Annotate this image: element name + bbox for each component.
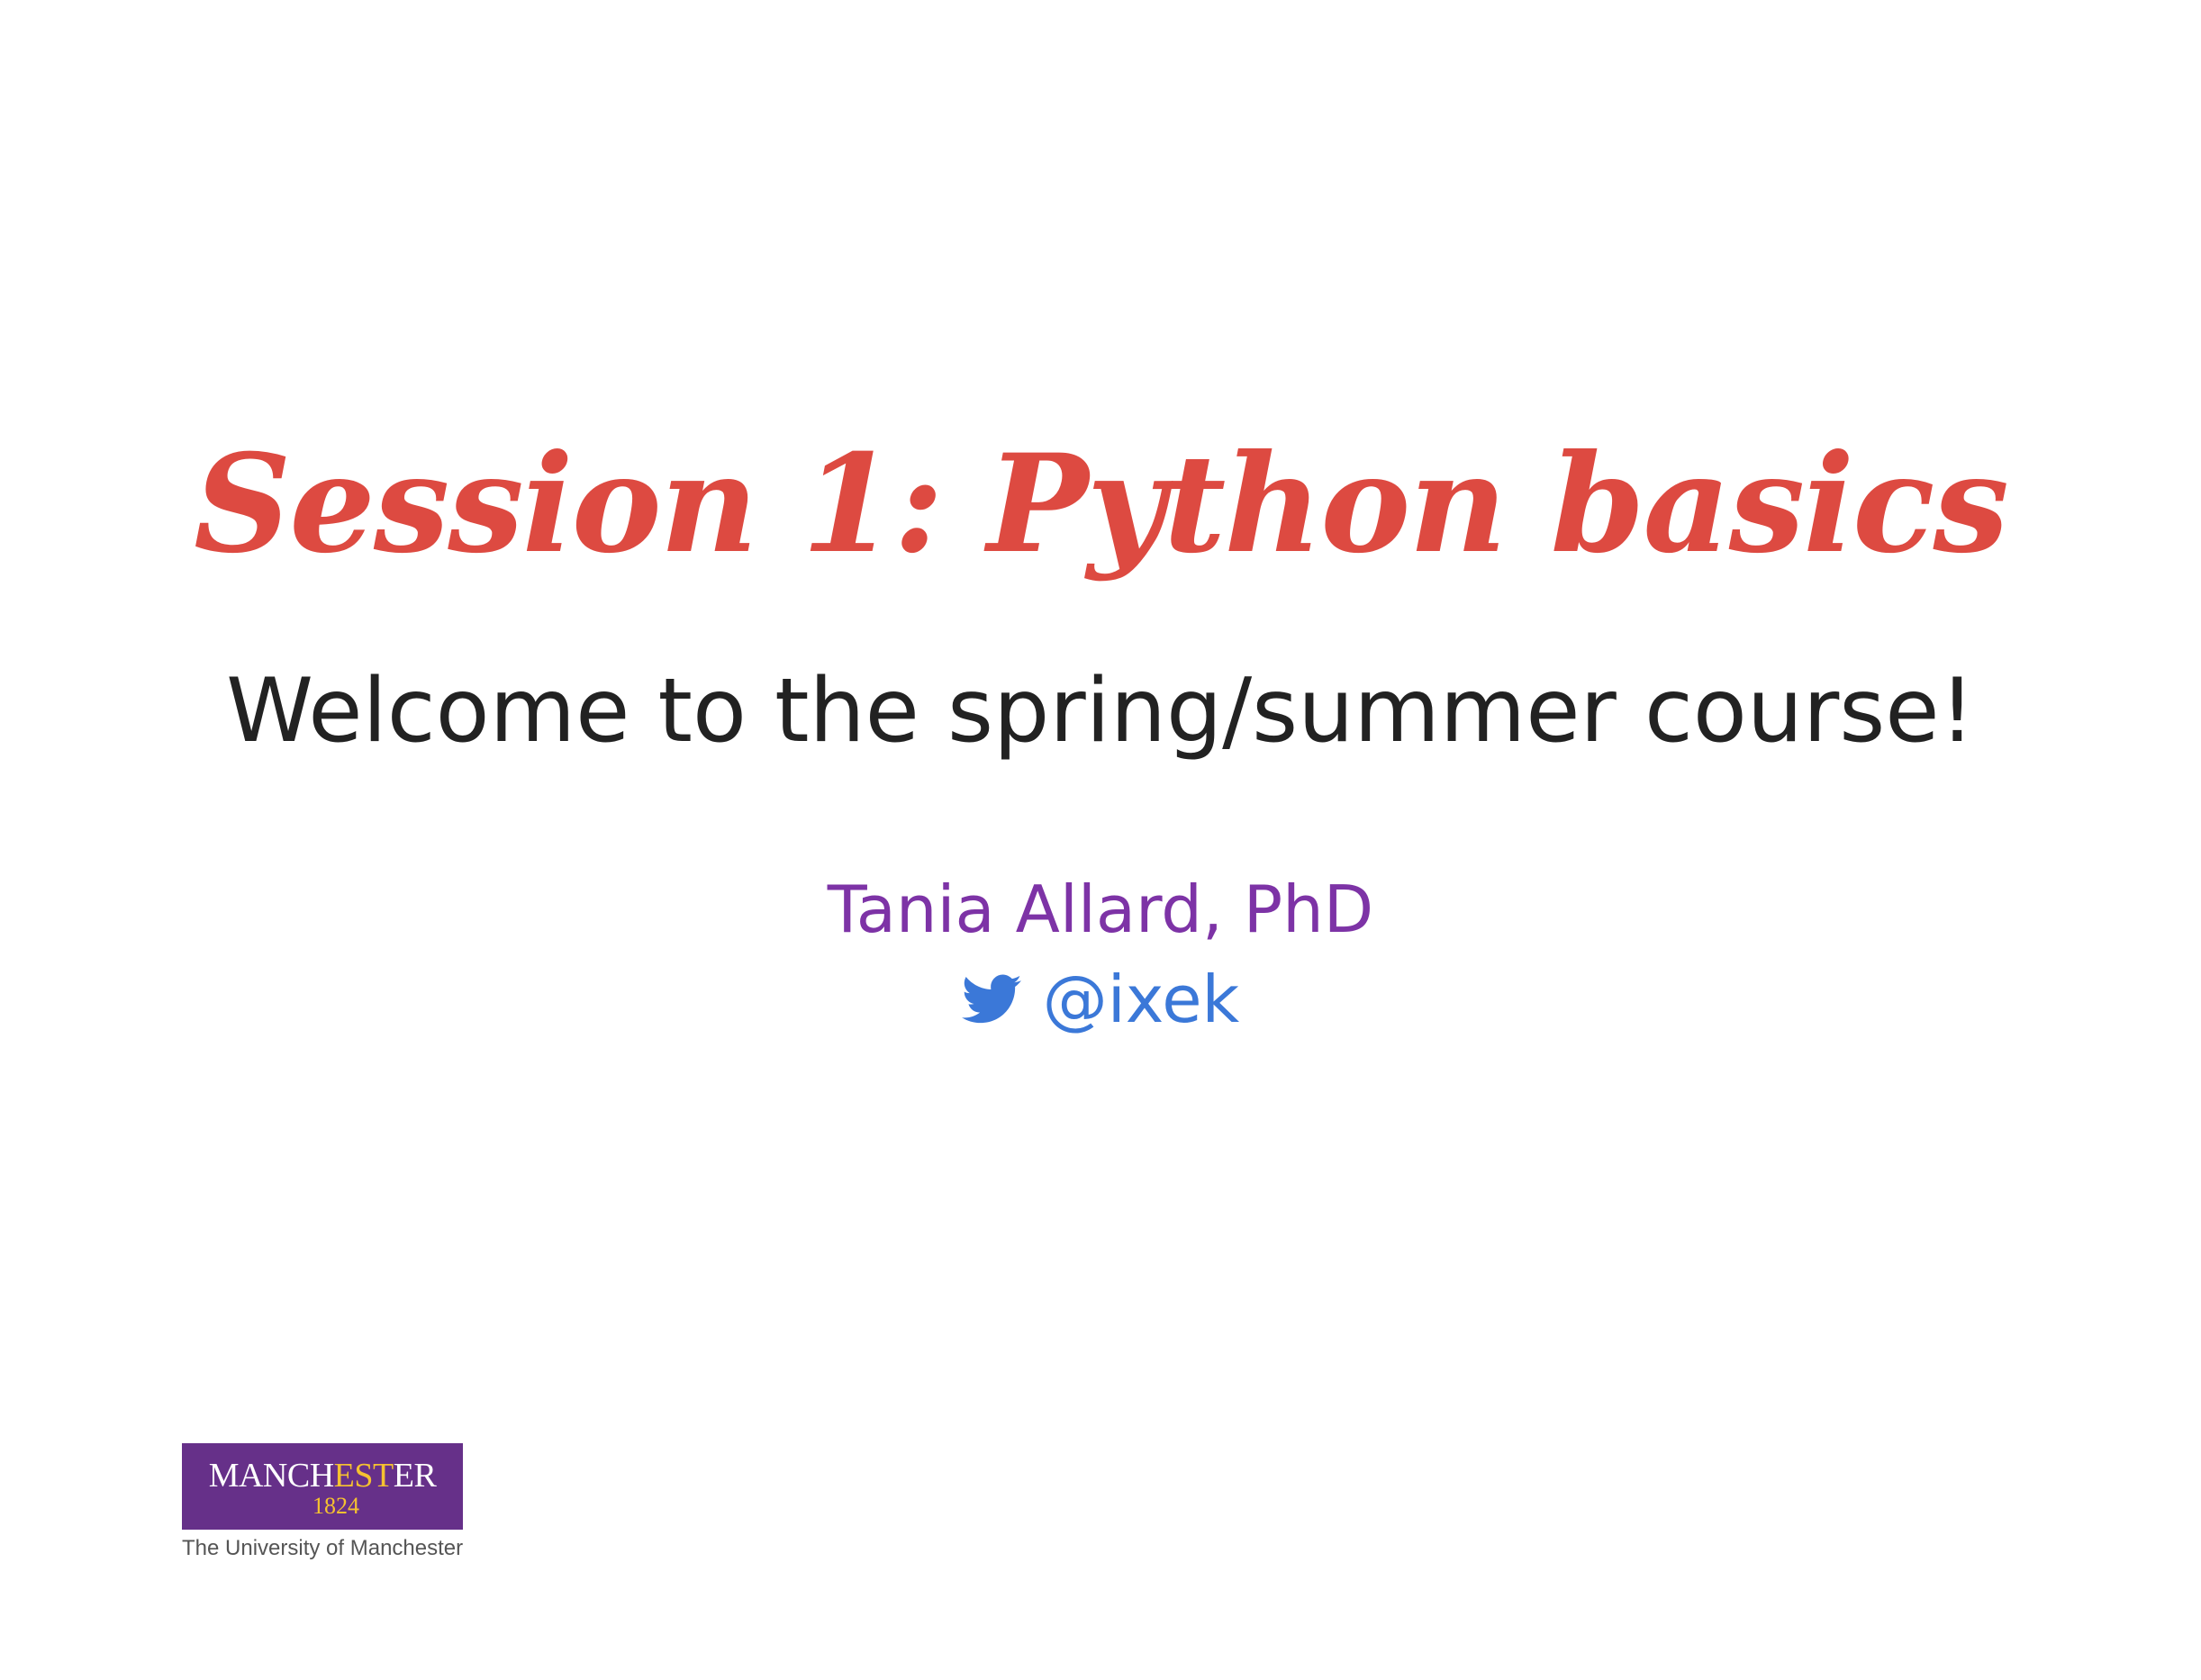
twitter-handle-row[interactable]: @ixek (0, 956, 2201, 1043)
logo-year: 1824 (312, 1493, 359, 1519)
logo-word-part2: EST (333, 1457, 394, 1495)
logo-caption: The University of Manchester (182, 1536, 464, 1560)
slide-subtitle: Welcome to the spring/summer course! (226, 660, 1975, 763)
slide-title: Session 1: Python basics (194, 425, 2009, 583)
university-logo: MANCHESTER 1824 The University of Manche… (182, 1443, 463, 1562)
slide: Session 1: Python basics Welcome to the … (0, 0, 2201, 1680)
author-name: Tania Allard, PhD (827, 872, 1374, 947)
logo-word-part1: MANCH (208, 1457, 334, 1495)
logo-wordmark: MANCHESTER (182, 1458, 463, 1494)
logo-word-part3: ER (393, 1457, 437, 1495)
twitter-handle[interactable]: @ixek (1043, 956, 1239, 1043)
twitter-bird-icon (961, 974, 1021, 1024)
logo-badge: MANCHESTER 1824 (182, 1443, 463, 1530)
